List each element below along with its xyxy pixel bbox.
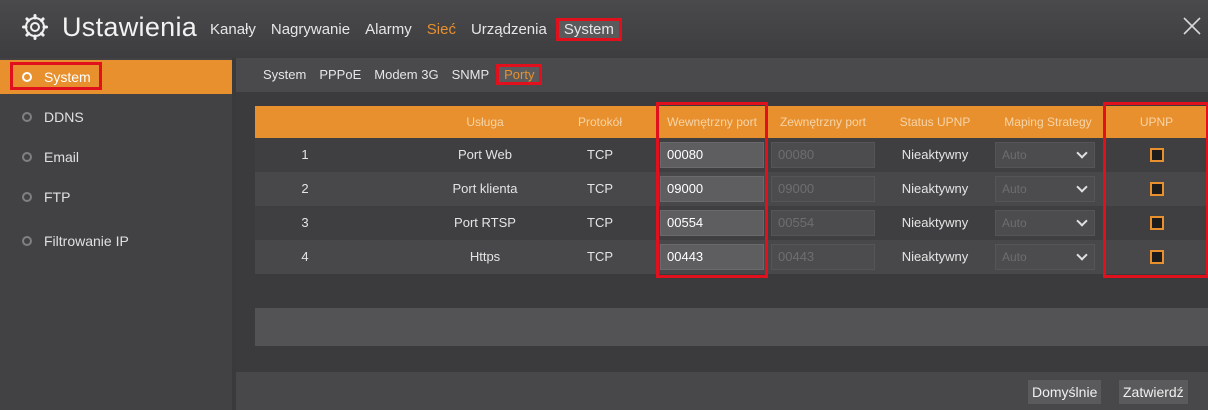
gear-icon (22, 14, 48, 40)
internal-port-input[interactable]: 00554 (660, 210, 764, 236)
tab-system[interactable]: System (555, 18, 622, 41)
sidebar-item-label: System (44, 69, 91, 85)
sidebar-item-email[interactable]: Email (0, 140, 232, 174)
upnp-checkbox[interactable] (1150, 148, 1164, 162)
row-number: 3 (301, 215, 309, 230)
service-name: Https (469, 249, 501, 264)
chevron-down-icon (1076, 249, 1088, 261)
column-header: Status UPNP (899, 115, 971, 129)
upnp-status: Nieaktywny (901, 249, 969, 264)
sidebar: System DDNS Email FTP Filtrowanie IP (0, 58, 232, 410)
subtabs: System PPPoE Modem 3G SNMP Porty (263, 64, 555, 85)
table-row: 2 Port klienta TCP 09000 09000 Nieaktywn… (255, 172, 1208, 206)
sidebar-item-label: Email (44, 149, 80, 165)
select-value: Auto (1002, 216, 1027, 230)
subtab-pppoe[interactable]: PPPoE (319, 67, 361, 82)
chevron-down-icon (1076, 215, 1088, 227)
tab-urzadzenia[interactable]: Urządzenia (471, 21, 547, 38)
tab-kanaly[interactable]: Kanały (210, 21, 256, 38)
sidebar-item-ftp[interactable]: FTP (0, 180, 232, 214)
external-port-input: 09000 (771, 176, 875, 202)
upnp-checkbox[interactable] (1150, 216, 1164, 230)
row-number: 4 (301, 249, 309, 264)
row-number: 2 (301, 181, 309, 196)
select-value: Auto (1002, 182, 1027, 196)
default-button[interactable]: Domyślnie (1028, 380, 1102, 404)
service-name: Port Web (458, 147, 512, 162)
internal-port-input[interactable]: 09000 (660, 176, 764, 202)
internal-port-input[interactable]: 00443 (660, 244, 764, 270)
external-port-input: 00554 (771, 210, 875, 236)
radio-dot-icon (22, 192, 32, 202)
table-header: Usługa Protokół Wewnętrzny port Zewnętrz… (255, 106, 1208, 138)
protocol: TCP (587, 147, 613, 162)
tab-siec[interactable]: Sieć (427, 21, 456, 38)
tab-alarmy[interactable]: Alarmy (365, 21, 412, 38)
protocol: TCP (587, 249, 613, 264)
subtab-modem-3g[interactable]: Modem 3G (374, 67, 438, 82)
column-header: UPNP (1139, 115, 1174, 129)
sidebar-item-label: DDNS (44, 109, 84, 125)
upnp-status: Nieaktywny (901, 181, 969, 196)
upnp-checkbox[interactable] (1150, 182, 1164, 196)
column-header: Protokół (577, 115, 623, 129)
sidebar-item-ddns[interactable]: DDNS (0, 100, 232, 134)
tab-nagrywanie[interactable]: Nagrywanie (271, 21, 350, 38)
mapping-strategy-select: Auto (995, 176, 1095, 202)
column-header: Wewnętrzny port (667, 115, 757, 129)
radio-dot-icon (22, 152, 32, 162)
external-port-input: 00443 (771, 244, 875, 270)
page-title: Ustawienia (62, 12, 198, 42)
protocol: TCP (587, 215, 613, 230)
sidebar-item-filtrowanie-ip[interactable]: Filtrowanie IP (0, 224, 232, 258)
mapping-strategy-select: Auto (995, 210, 1095, 236)
radio-dot-icon (22, 112, 32, 122)
sidebar-item-label: FTP (44, 189, 71, 205)
upnp-status: Nieaktywny (901, 215, 969, 230)
select-value: Auto (1002, 250, 1027, 264)
subtab-system[interactable]: System (263, 67, 306, 82)
chevron-down-icon (1076, 181, 1088, 193)
upnp-status: Nieaktywny (901, 147, 969, 162)
column-header: Zewnętrzny port (779, 115, 867, 129)
service-name: Port RTSP (454, 215, 516, 230)
external-port-input: 00080 (771, 142, 875, 168)
close-icon[interactable] (1180, 14, 1204, 38)
table-row: 3 Port RTSP TCP 00554 00554 Nieaktywny A… (255, 206, 1208, 240)
footer-bar: Domyślnie Zatwierdź (236, 372, 1208, 410)
column-header: Maping Strategy (1004, 115, 1092, 129)
service-name: Port klienta (452, 181, 518, 196)
radio-dot-icon (22, 236, 32, 246)
mapping-strategy-select: Auto (995, 142, 1095, 168)
protocol: TCP (587, 181, 613, 196)
sidebar-item-system[interactable]: System (0, 60, 232, 94)
subtabs-bar: System PPPoE Modem 3G SNMP Porty (236, 58, 1208, 92)
internal-port-input[interactable]: 00080 (660, 142, 764, 168)
column-header (255, 106, 425, 138)
upnp-checkbox[interactable] (1150, 250, 1164, 264)
subtab-porty[interactable]: Porty (496, 64, 543, 85)
row-number: 1 (301, 147, 309, 162)
column-header: Usługa (466, 115, 504, 129)
select-value: Auto (1002, 148, 1027, 162)
table-row: 4 Https TCP 00443 00443 Nieaktywny Auto (255, 240, 1208, 274)
radio-dot-icon (22, 72, 32, 82)
top-bar: Ustawienia Kanały Nagrywanie Alarmy Sieć… (0, 0, 1208, 58)
sidebar-item-label: Filtrowanie IP (44, 233, 129, 249)
table-row: 1 Port Web TCP 00080 00080 Nieaktywny Au… (255, 138, 1208, 172)
main-tabs: Kanały Nagrywanie Alarmy Sieć Urządzenia… (210, 18, 622, 41)
mapping-strategy-select: Auto (995, 244, 1095, 270)
apply-button[interactable]: Zatwierdź (1119, 380, 1188, 404)
empty-row-band (255, 308, 1208, 346)
chevron-down-icon (1076, 147, 1088, 159)
subtab-snmp[interactable]: SNMP (452, 67, 490, 82)
